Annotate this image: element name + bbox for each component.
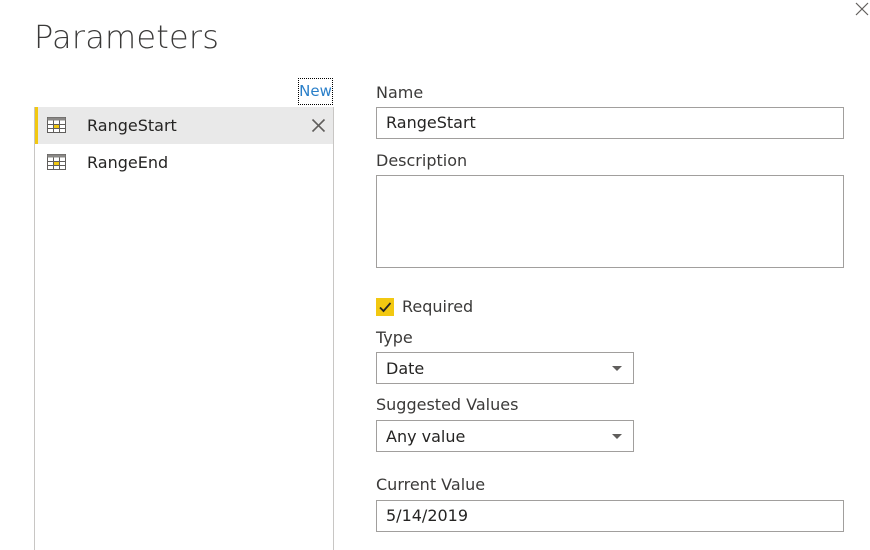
dialog-title: Parameters <box>34 18 220 56</box>
parameter-item-rangeend[interactable]: RangeEnd <box>35 144 333 181</box>
name-label: Name <box>376 83 424 102</box>
table-icon <box>47 154 66 170</box>
suggested-values-label: Suggested Values <box>376 395 519 414</box>
name-input[interactable]: RangeStart <box>376 107 844 139</box>
required-label: Required <box>402 297 474 316</box>
checkmark-icon <box>379 302 392 313</box>
chevron-down-icon <box>612 434 622 439</box>
description-label: Description <box>376 151 468 170</box>
type-label: Type <box>376 328 413 347</box>
close-icon[interactable] <box>853 0 870 17</box>
new-parameter-link[interactable]: New <box>298 78 333 105</box>
parameter-item-label: RangeStart <box>87 116 177 135</box>
current-value-input[interactable]: 5/14/2019 <box>376 500 844 532</box>
chevron-down-icon <box>612 366 622 371</box>
required-checkbox[interactable] <box>376 298 394 316</box>
table-icon <box>47 117 66 133</box>
parameter-list: RangeStart RangeEnd <box>34 107 334 550</box>
parameter-item-label: RangeEnd <box>87 153 169 172</box>
type-select[interactable]: Date <box>376 352 634 384</box>
parameter-item-rangestart[interactable]: RangeStart <box>35 107 333 144</box>
description-input[interactable] <box>376 175 844 268</box>
type-select-value: Date <box>386 359 425 378</box>
remove-parameter-icon[interactable] <box>311 118 326 133</box>
suggested-values-select[interactable]: Any value <box>376 420 634 452</box>
current-value-label: Current Value <box>376 475 486 494</box>
suggested-values-value: Any value <box>386 427 466 446</box>
